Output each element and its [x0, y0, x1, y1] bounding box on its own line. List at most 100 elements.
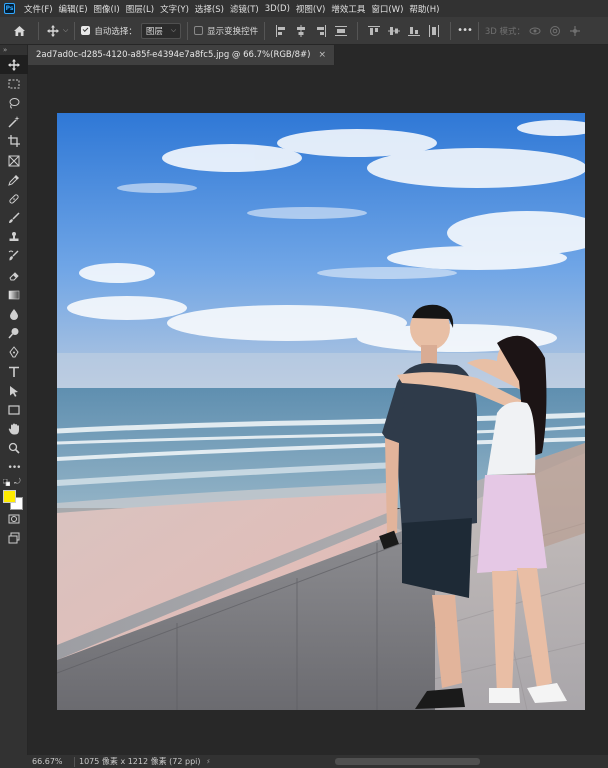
align-distribute-button[interactable]	[331, 22, 351, 40]
screen-mode-icon	[8, 532, 20, 544]
gradient-icon	[8, 290, 20, 300]
dodge-icon	[8, 328, 19, 339]
menu-file[interactable]: 文件(F)	[24, 3, 53, 15]
eraser-tool[interactable]	[0, 266, 28, 285]
foreground-color-swatch[interactable]	[3, 490, 16, 504]
document-canvas-image[interactable]	[57, 113, 585, 710]
menu-type[interactable]: 文字(Y)	[160, 3, 189, 15]
auto-select-target-dropdown[interactable]: 图层 ⌵	[140, 22, 182, 39]
separator	[264, 21, 266, 40]
menu-view[interactable]: 视图(V)	[296, 3, 325, 15]
menu-select[interactable]: 选择(S)	[195, 3, 224, 15]
clone-stamp-icon	[9, 232, 19, 242]
collapse-panel-icon[interactable]: »	[0, 45, 27, 55]
auto-select-checkbox[interactable]	[81, 26, 91, 35]
canvas-workspace[interactable]	[28, 65, 608, 755]
gradient-tool[interactable]	[0, 285, 28, 304]
healing-brush-tool[interactable]	[0, 189, 28, 208]
menu-layer[interactable]: 图层(L)	[126, 3, 154, 15]
align-top-icon	[368, 25, 381, 35]
eyedropper-tool[interactable]	[0, 170, 28, 189]
separator	[187, 21, 189, 40]
screen-mode-button[interactable]	[0, 528, 28, 547]
magic-wand-icon	[8, 116, 20, 128]
menu-filter[interactable]: 滤镜(T)	[230, 3, 259, 15]
more-options-button[interactable]: •••	[457, 25, 473, 36]
menu-image[interactable]: 图像(I)	[94, 3, 120, 15]
menu-help[interactable]: 帮助(H)	[409, 3, 439, 15]
home-icon	[13, 25, 25, 36]
move-icon	[8, 58, 20, 71]
quick-mask-icon	[8, 514, 20, 524]
brush-tool[interactable]	[0, 209, 28, 228]
chevron-down-icon[interactable]: ⌵	[63, 26, 68, 35]
move-tool-preset-button[interactable]	[45, 23, 61, 39]
home-button[interactable]	[6, 17, 32, 45]
lasso-icon	[9, 97, 20, 109]
pen-tool[interactable]	[0, 343, 28, 362]
align-left-icon	[276, 24, 286, 37]
clone-stamp-tool[interactable]	[0, 228, 28, 247]
type-tool[interactable]	[0, 362, 28, 381]
more-tools-button[interactable]: •••	[0, 458, 28, 477]
align-right-button[interactable]	[311, 22, 331, 40]
menu-3d[interactable]: 3D(D)	[265, 4, 290, 14]
history-brush-icon	[8, 250, 19, 261]
align-left-button[interactable]	[271, 22, 291, 40]
menu-edit[interactable]: 编辑(E)	[59, 3, 88, 15]
align-hdistribute-icon	[429, 24, 440, 37]
crop-icon	[8, 135, 20, 148]
3d-roll-button[interactable]	[545, 22, 565, 40]
document-tab[interactable]: 2ad7ad0c-d285-4120-a85f-e4394e7a8fc5.jpg…	[28, 45, 336, 65]
move-tool[interactable]	[0, 55, 28, 75]
align-vcenter-button[interactable]	[384, 22, 404, 40]
auto-select-target-value: 图层	[145, 26, 163, 37]
close-icon[interactable]: ×	[318, 50, 326, 60]
scroll-left-icon[interactable]: ‹	[207, 756, 210, 765]
align-bottom-button[interactable]	[404, 22, 424, 40]
document-info: 1075 像素 x 1212 像素 (72 ppi)	[79, 757, 201, 766]
hand-tool[interactable]	[0, 420, 28, 439]
type-icon	[9, 366, 19, 377]
dodge-tool[interactable]	[0, 324, 28, 343]
zoom-level[interactable]: 66.67%	[0, 757, 70, 766]
3d-pan-button[interactable]	[565, 22, 585, 40]
menu-window[interactable]: 窗口(W)	[371, 3, 403, 15]
status-bar: 66.67% 1075 像素 x 1212 像素 (72 ppi) › ‹	[0, 755, 608, 768]
blur-tool[interactable]	[0, 304, 28, 323]
hand-icon	[8, 423, 19, 435]
magic-wand-tool[interactable]	[0, 113, 28, 132]
orbit-icon	[529, 27, 541, 34]
align-hdistribute-button[interactable]	[424, 22, 444, 40]
frame-tool[interactable]	[0, 151, 28, 170]
chevron-down-icon: ⌵	[170, 26, 177, 34]
3d-orbit-button[interactable]	[525, 22, 545, 40]
move-icon	[47, 24, 59, 37]
show-transform-checkbox[interactable]	[194, 26, 204, 35]
default-colors-icon[interactable]	[3, 479, 10, 487]
zoom-tool[interactable]	[0, 439, 28, 458]
eraser-icon	[9, 271, 19, 281]
horizontal-scrollbar[interactable]	[335, 758, 480, 765]
rectangle-tool[interactable]	[0, 400, 28, 419]
marquee-tool[interactable]	[0, 74, 28, 93]
3d-mode-label: 3D 模式：	[484, 26, 526, 37]
healing-brush-icon	[9, 194, 19, 204]
path-selection-icon	[10, 385, 18, 397]
options-bar: ⌵ 自动选择： 图层 ⌵ 显示变换控件 ••• 3D 模式：	[0, 17, 608, 45]
swap-colors-icon[interactable]: ⤾	[14, 477, 21, 487]
align-hcenter-button[interactable]	[291, 22, 311, 40]
history-brush-tool[interactable]	[0, 247, 28, 266]
roll-icon	[550, 25, 561, 36]
crop-tool[interactable]	[0, 132, 28, 151]
lasso-tool[interactable]	[0, 93, 28, 112]
show-transform-label: 显示变换控件	[207, 26, 259, 37]
eyedropper-icon	[8, 174, 19, 186]
quick-mask-button[interactable]	[0, 509, 28, 528]
pan-3d-icon	[570, 25, 581, 36]
more-tools-icon: •••	[7, 462, 22, 473]
menu-plugins[interactable]: 增效工具	[331, 3, 365, 15]
align-top-button[interactable]	[364, 22, 384, 40]
auto-select-label: 自动选择：	[94, 26, 137, 37]
path-selection-tool[interactable]	[0, 381, 28, 400]
